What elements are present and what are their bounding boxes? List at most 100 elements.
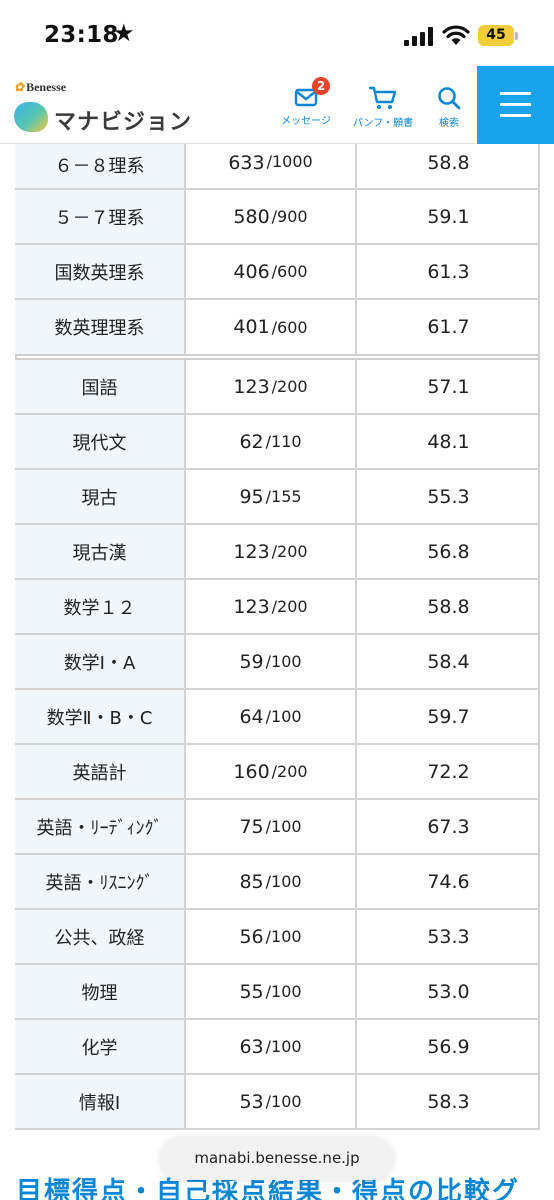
score-max: /600 bbox=[271, 317, 308, 337]
deviation-cell: 48.1 bbox=[427, 430, 470, 453]
url-bar[interactable]: manabi.benesse.ne.jp bbox=[160, 1136, 394, 1180]
score-value: 123 bbox=[233, 540, 270, 563]
star-icon: ★ bbox=[113, 19, 135, 47]
deviation-cell: 59.1 bbox=[427, 205, 470, 228]
score-cell: 401/600 bbox=[186, 300, 357, 354]
score-value: 53 bbox=[239, 1090, 264, 1113]
subject-cell: 物理 bbox=[15, 965, 186, 1018]
wifi-icon bbox=[442, 25, 470, 45]
score-cell: 633/1000 bbox=[186, 144, 357, 188]
score-value: 85 bbox=[239, 870, 264, 893]
search-label: 検索 bbox=[439, 118, 459, 129]
score-cell: 160/200 bbox=[186, 745, 357, 798]
score-cell: 53/100 bbox=[186, 1075, 357, 1128]
pamphlet-cart-button[interactable]: パンフ・願書 bbox=[350, 86, 416, 129]
score-cell: 123/200 bbox=[186, 580, 357, 633]
table-row: ６－８理系 633/1000 58.8 bbox=[15, 144, 540, 190]
subject-cell: 情報Ⅰ bbox=[15, 1075, 186, 1128]
score-cell: 55/100 bbox=[186, 965, 357, 1018]
score-max: /100 bbox=[265, 652, 302, 671]
score-max: /100 bbox=[265, 1037, 302, 1056]
score-value: 160 bbox=[233, 760, 270, 783]
deviation-cell: 56.8 bbox=[427, 540, 470, 563]
score-value: 63 bbox=[239, 1035, 264, 1058]
score-max: /200 bbox=[271, 542, 308, 561]
score-cell: 59/100 bbox=[186, 635, 357, 688]
score-cell: 580/900 bbox=[186, 190, 357, 243]
logo-brand-text: マナビジョン bbox=[54, 110, 193, 135]
deviation-cell: 55.3 bbox=[427, 485, 470, 508]
score-cell: 62/110 bbox=[186, 415, 357, 468]
battery-icon: 45 bbox=[478, 25, 514, 46]
message-button[interactable]: 2 メッセージ bbox=[278, 77, 334, 127]
message-label: メッセージ bbox=[281, 116, 331, 127]
table-row: 英語計 160/200 72.2 bbox=[15, 745, 540, 800]
score-value: 95 bbox=[239, 485, 264, 508]
score-max: /155 bbox=[265, 487, 302, 506]
deviation-cell: 74.6 bbox=[427, 870, 470, 893]
deviation-cell: 53.0 bbox=[427, 980, 470, 1003]
subject-cell: 現代文 bbox=[15, 415, 186, 468]
benesse-mark-icon: ✿ bbox=[14, 80, 25, 94]
score-max: /100 bbox=[265, 927, 302, 946]
score-max: /200 bbox=[271, 597, 308, 616]
score-value: 59 bbox=[239, 650, 264, 673]
subject-cell: 英語計 bbox=[15, 745, 186, 798]
subject-cell: 公共、政経 bbox=[15, 910, 186, 963]
site-header: ✿ Benesse マナビジョン 2 メッセージ パンフ・願書 検索 bbox=[0, 66, 554, 144]
score-max: /100 bbox=[265, 872, 302, 891]
score-cell: 95/155 bbox=[186, 470, 357, 523]
status-bar: 23:18 ★ 45 bbox=[0, 0, 554, 66]
subject-cell: ６－８理系 bbox=[15, 144, 186, 188]
subject-cell: 現古 bbox=[15, 470, 186, 523]
subject-cell: 国語 bbox=[15, 360, 186, 413]
subject-cell: 数英理理系 bbox=[15, 300, 186, 354]
subject-cell: 国数英理系 bbox=[15, 245, 186, 298]
subject-cell: 数学１２ bbox=[15, 580, 186, 633]
deviation-cell: 59.7 bbox=[427, 705, 470, 728]
deviation-cell: 56.9 bbox=[427, 1035, 470, 1058]
deviation-cell: 61.3 bbox=[427, 260, 470, 283]
score-cell: 75/100 bbox=[186, 800, 357, 853]
score-max: /100 bbox=[265, 1092, 302, 1111]
score-value: 62 bbox=[239, 430, 264, 453]
table-row: 英語・ﾘｰﾃﾞｨﾝｸﾞ 75/100 67.3 bbox=[15, 800, 540, 855]
logo-benesse-text: Benesse bbox=[26, 80, 67, 94]
score-max: /600 bbox=[271, 262, 308, 281]
search-icon bbox=[438, 87, 461, 110]
cart-icon bbox=[369, 86, 397, 109]
table-row: 情報Ⅰ 53/100 58.3 bbox=[15, 1075, 540, 1130]
menu-line bbox=[500, 114, 531, 117]
menu-line bbox=[500, 103, 531, 106]
deviation-cell: 58.3 bbox=[427, 1090, 470, 1113]
score-value: 56 bbox=[239, 925, 264, 948]
table-row: 現古 95/155 55.3 bbox=[15, 470, 540, 525]
message-count-badge: 2 bbox=[312, 77, 330, 95]
subject-cell: 現古漢 bbox=[15, 525, 186, 578]
table-row: 英語・ﾘｽﾆﾝｸﾞ 85/100 74.6 bbox=[15, 855, 540, 910]
deviation-cell: 53.3 bbox=[427, 925, 470, 948]
score-value: 123 bbox=[233, 595, 270, 618]
table-row: ５－７理系 580/900 59.1 bbox=[15, 190, 540, 245]
score-max: /110 bbox=[265, 432, 302, 451]
deviation-cell: 57.1 bbox=[427, 375, 470, 398]
score-max: /1000 bbox=[266, 152, 313, 171]
deviation-cell: 67.3 bbox=[427, 815, 470, 838]
score-value: 406 bbox=[233, 260, 270, 283]
score-cell: 56/100 bbox=[186, 910, 357, 963]
score-value: 75 bbox=[239, 815, 264, 838]
score-max: /200 bbox=[271, 762, 308, 781]
hamburger-menu-button[interactable] bbox=[477, 66, 554, 144]
score-max: /900 bbox=[271, 207, 308, 226]
score-cell: 63/100 bbox=[186, 1020, 357, 1073]
subject-cell: 英語・ﾘｽﾆﾝｸﾞ bbox=[15, 855, 186, 908]
score-value: 55 bbox=[239, 980, 264, 1003]
deviation-cell: 72.2 bbox=[427, 760, 470, 783]
table-row: 物理 55/100 53.0 bbox=[15, 965, 540, 1020]
battery-tip bbox=[515, 32, 518, 40]
score-value: 401 bbox=[233, 316, 270, 338]
search-button[interactable]: 検索 bbox=[428, 86, 470, 129]
deviation-cell: 58.8 bbox=[427, 152, 470, 174]
table-row: 現代文 62/110 48.1 bbox=[15, 415, 540, 470]
score-max: /100 bbox=[265, 707, 302, 726]
